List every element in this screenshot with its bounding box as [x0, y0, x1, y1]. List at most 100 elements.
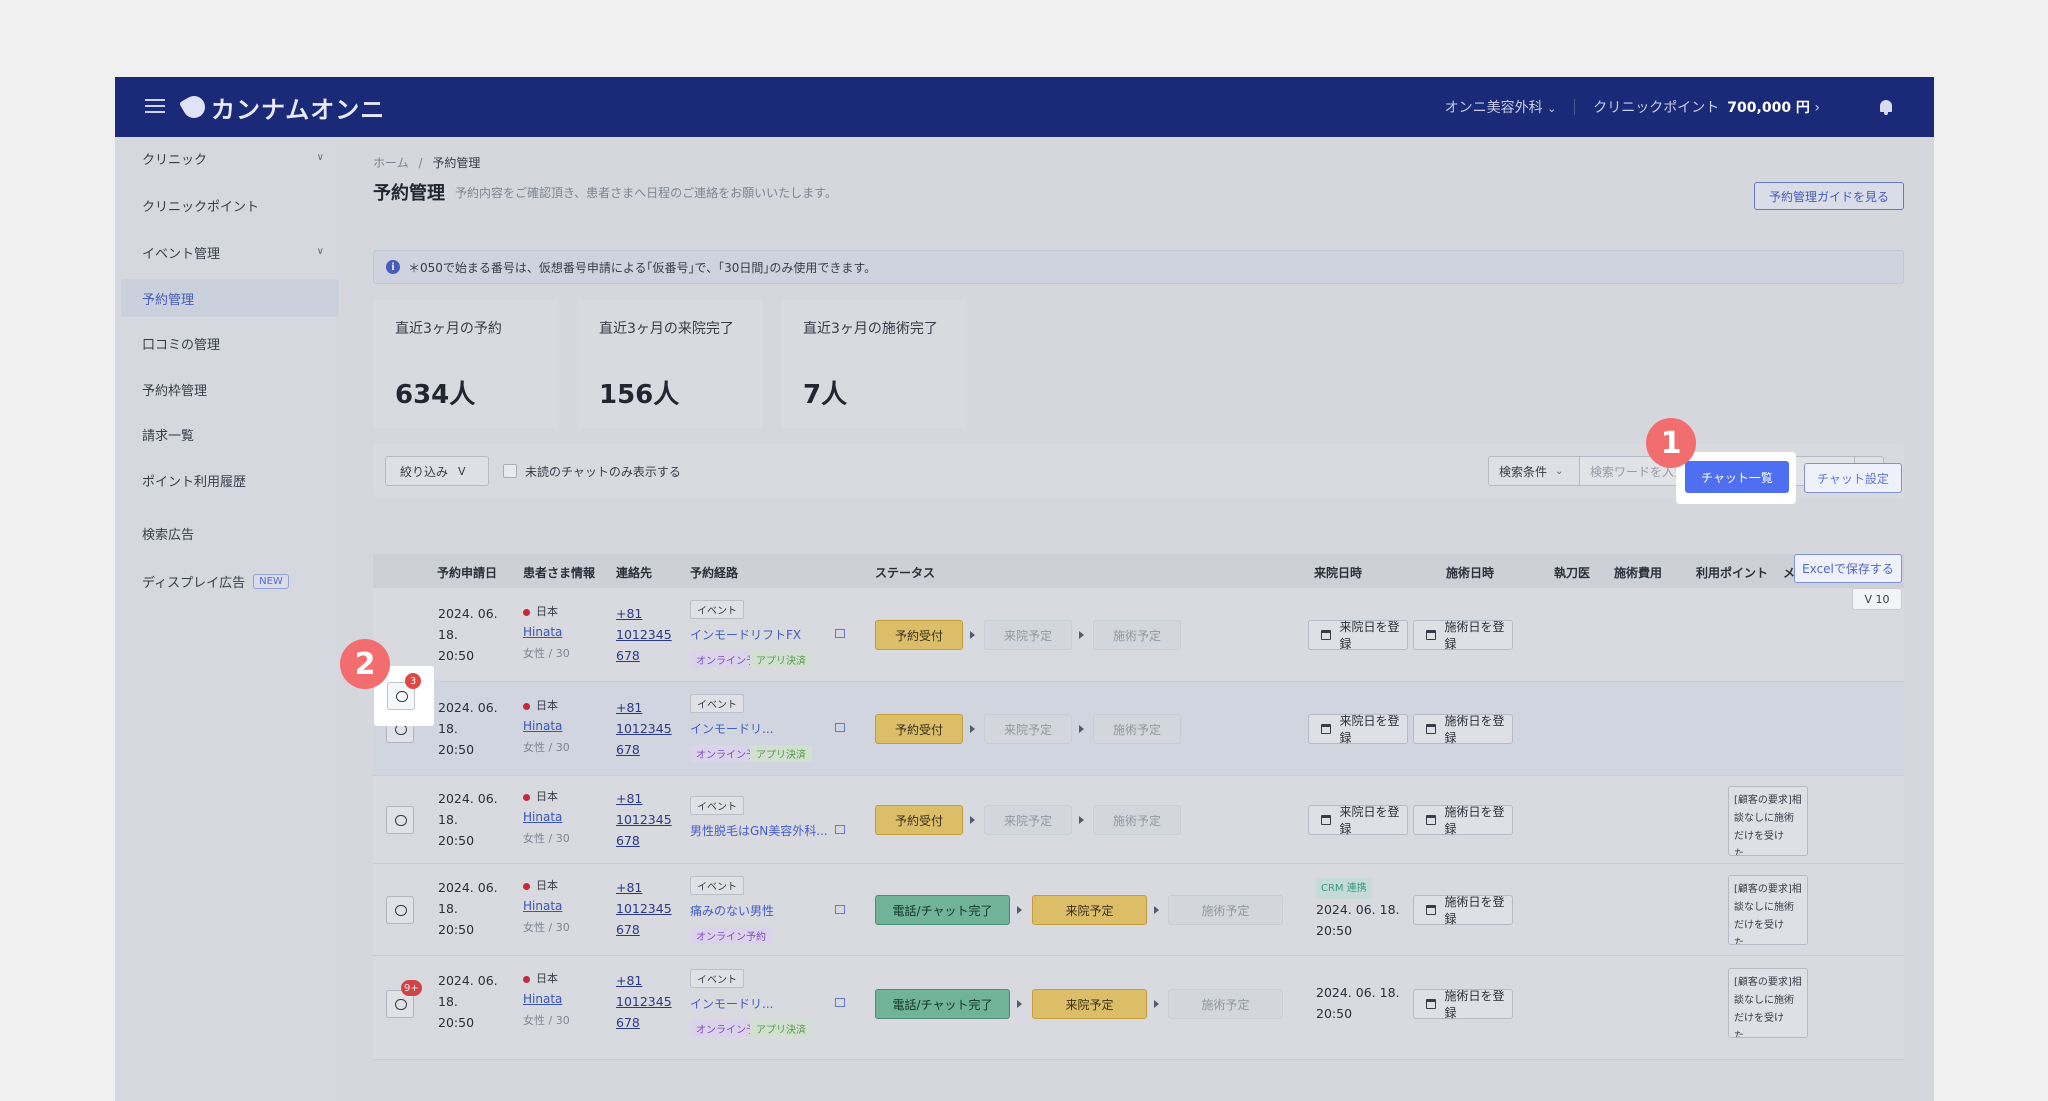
status-treatment-planned[interactable]: 施術予定 [1168, 989, 1283, 1019]
sidebar: クリニック ∨ クリニックポイント イベント管理 ∨ 予約管理 口コミの管理 予約枠… [115, 137, 340, 1101]
register-treatment-button[interactable]: 施術日を登録 [1413, 714, 1513, 745]
japan-flag-icon [523, 702, 530, 710]
calendar-icon [1426, 724, 1437, 734]
sidebar-item-clinic-points[interactable]: クリニックポイント [115, 186, 340, 224]
sidebar-item-event-management[interactable]: イベント管理 ∨ [115, 233, 340, 271]
external-link-icon[interactable] [835, 629, 845, 638]
page-size-select[interactable]: V 10 [1852, 588, 1902, 610]
sidebar-item-point-history[interactable]: ポイント利用履歴 [115, 461, 340, 499]
chevron-down-icon: ∨ [316, 152, 324, 163]
breadcrumb: ホーム / 予約管理 [373, 156, 481, 170]
event-tag: イベント [690, 600, 744, 619]
register-treatment-button[interactable]: 施術日を登録 [1413, 620, 1513, 651]
clinic-points-link[interactable]: クリニックポイント 700,000 円 › [1593, 97, 1820, 117]
register-treatment-button[interactable]: 施術日を登録 [1413, 805, 1513, 836]
patient-name-link[interactable]: Hinata [523, 896, 570, 917]
event-link[interactable]: インモードリ... [690, 995, 773, 1012]
chat-settings-button[interactable]: チャット設定 [1804, 463, 1902, 493]
status-reservation-received[interactable]: 予約受付 [875, 620, 963, 650]
memo-cell[interactable]: [顧客の要求]相 談なしに施術 だけを受けた... [1728, 786, 1808, 856]
phone-link[interactable]: +81 1012345 678 [616, 970, 672, 1033]
event-link[interactable]: 痛みのない男性 [690, 902, 774, 919]
info-icon: i [386, 260, 400, 274]
app-payment-tag: アプリ決済 [750, 745, 812, 762]
register-treatment-button[interactable]: 施術日を登録 [1413, 895, 1513, 926]
status-treatment-planned[interactable]: 施術予定 [1093, 620, 1181, 650]
status-visit-planned[interactable]: 来院予定 [1032, 895, 1147, 925]
patient-name-link[interactable]: Hinata [523, 989, 570, 1010]
app-payment-tag: アプリ決済 [750, 651, 812, 668]
request-date: 2024. 06. 18. 20:50 [438, 791, 498, 848]
phone-link[interactable]: +81 1012345 678 [616, 788, 672, 851]
register-visit-button[interactable]: 来院日を登録 [1308, 714, 1408, 745]
phone-link[interactable]: +81 1012345 678 [616, 877, 672, 940]
status-treatment-planned[interactable]: 施術予定 [1168, 895, 1283, 925]
event-link[interactable]: 男性脱毛はGN美容外科... [690, 822, 828, 839]
register-visit-button[interactable]: 来院日を登録 [1308, 805, 1408, 836]
header-right: オンニ美容外科 ⌄ クリニックポイント 700,000 円 › [1445, 77, 1894, 137]
external-link-icon[interactable] [835, 825, 845, 834]
sidebar-item-display-ads[interactable]: ディスプレイ広告 NEW [115, 562, 340, 600]
calendar-icon [1321, 724, 1332, 734]
status-treatment-planned[interactable]: 施術予定 [1093, 805, 1181, 835]
sidebar-item-search-ads[interactable]: 検索広告 [115, 514, 340, 552]
status-reservation-received[interactable]: 予約受付 [875, 805, 963, 835]
phone-link[interactable]: +81 1012345 678 [616, 603, 672, 666]
table-row[interactable]: 2024. 06. 18. 20:50 日本 Hinata 女性 / 30 +81 1… [373, 588, 1904, 682]
patient-info: 日本 Hinata 女性 / 30 [523, 699, 570, 754]
sidebar-item-billing[interactable]: 請求一覧 [115, 415, 340, 453]
patient-name-link[interactable]: Hinata [523, 622, 570, 643]
narrow-down-dropdown[interactable]: 絞り込み V [385, 456, 489, 486]
reservation-route: イベント インモードリ... オンライン予約 アプリ決済 [690, 969, 845, 1037]
calendar-icon [1426, 999, 1437, 1009]
status-visit-planned[interactable]: 来院予定 [984, 805, 1072, 835]
page-subtitle: 予約内容をご確認頂き、患者さまへ日程のご連絡をお願いいたします。 [455, 186, 837, 200]
event-link[interactable]: インモードリ... [690, 720, 773, 737]
visit-datetime: 2024. 06. 18. 20:50 [1316, 985, 1400, 1021]
status-reservation-received[interactable]: 予約受付 [875, 714, 963, 744]
event-tag: イベント [690, 796, 744, 815]
memo-cell[interactable]: [顧客の要求]相 談なしに施術 だけを受けた... [1728, 875, 1808, 945]
excel-export-button[interactable]: Excelで保存する [1794, 554, 1902, 583]
patient-info: 日本 Hinata 女性 / 30 [523, 972, 570, 1027]
sidebar-item-clinic[interactable]: クリニック ∨ [115, 139, 340, 177]
table-row[interactable]: 7 2024. 06.18.20:50 日本 Hinata 女性 / 30 +8… [373, 682, 1904, 776]
sidebar-item-slot-management[interactable]: 予約枠管理 [115, 370, 340, 408]
status-visit-planned[interactable]: 来院予定 [1032, 989, 1147, 1019]
status-treatment-planned[interactable]: 施術予定 [1093, 714, 1181, 744]
memo-cell[interactable]: [顧客の要求]相 談なしに施術 だけを受けた... [1728, 968, 1808, 1038]
status-call-chat-complete[interactable]: 電話/チャット完了 [875, 895, 1010, 925]
table-row[interactable]: 2024. 06. 18. 20:50 日本 Hinata 女性 / 30 +81 1… [373, 776, 1904, 864]
patient-name-link[interactable]: Hinata [523, 807, 570, 828]
event-link[interactable]: インモードリフトFX [690, 626, 801, 643]
sidebar-item-reviews[interactable]: 口コミの管理 [115, 324, 340, 362]
external-link-icon[interactable] [835, 723, 845, 732]
external-link-icon[interactable] [835, 998, 845, 1007]
register-treatment-button[interactable]: 施術日を登録 [1413, 989, 1513, 1020]
chat-list-button[interactable]: チャット一覧 [1685, 461, 1789, 493]
chat-icon[interactable] [386, 806, 414, 834]
search-condition-dropdown[interactable]: 検索条件 ⌄ [1488, 456, 1580, 486]
request-date: 2024. 06. 18. 20:50 [438, 700, 498, 757]
sidebar-item-reservations[interactable]: 予約管理 [121, 279, 339, 317]
table-row[interactable]: 2024. 06. 18. 20:50 日本 Hinata 女性 / 30 +81 1… [373, 864, 1904, 956]
breadcrumb-home[interactable]: ホーム [373, 156, 409, 170]
chat-icon[interactable] [386, 896, 414, 924]
status-call-chat-complete[interactable]: 電話/チャット完了 [875, 989, 1010, 1019]
event-tag: イベント [690, 969, 744, 988]
status-visit-planned[interactable]: 来院予定 [984, 714, 1072, 744]
unread-only-checkbox[interactable] [503, 464, 517, 478]
status-visit-planned[interactable]: 来院予定 [984, 620, 1072, 650]
bell-icon[interactable] [1878, 98, 1894, 116]
calendar-icon [1426, 630, 1437, 640]
patient-name-link[interactable]: Hinata [523, 716, 570, 737]
logo[interactable]: カンナムオンニ [178, 90, 385, 124]
arrow-right-icon [970, 631, 975, 639]
menu-icon[interactable] [145, 95, 165, 115]
register-visit-button[interactable]: 来院日を登録 [1308, 620, 1408, 651]
table-row[interactable]: 9+ 2024. 06. 18. 20:50 日本 Hinata 女性 / 30 +… [373, 956, 1904, 1060]
guide-button[interactable]: 予約管理ガイドを見る [1753, 182, 1904, 210]
external-link-icon[interactable] [835, 905, 845, 914]
clinic-selector[interactable]: オンニ美容外科 ⌄ [1445, 97, 1557, 117]
phone-link[interactable]: +81 1012345 678 [616, 697, 672, 760]
